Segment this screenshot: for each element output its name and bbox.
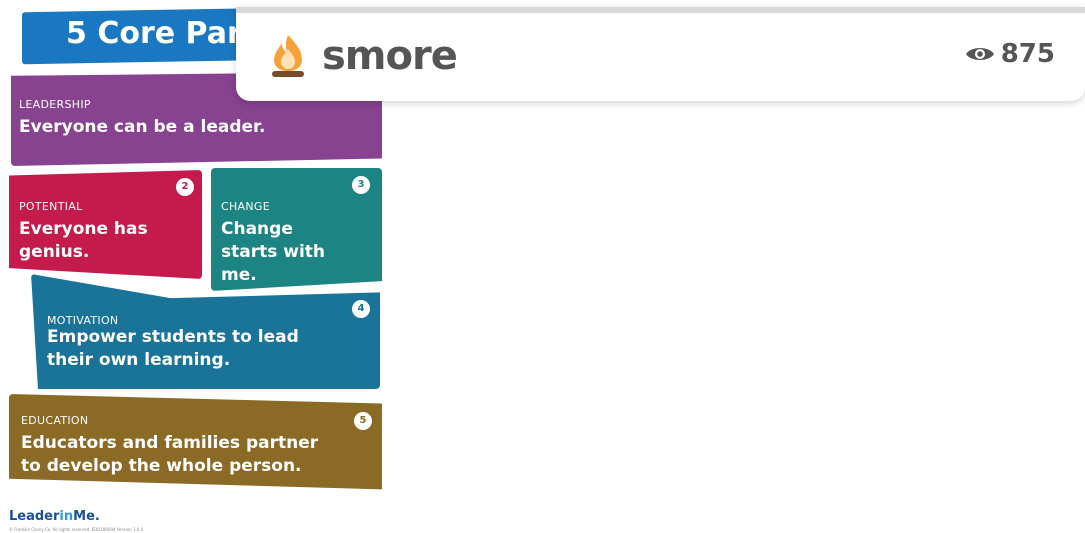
card-change: 3 CHANGE Change starts with me. — [211, 168, 382, 291]
card-motivation: 4 MOTIVATION Empower students to lead th… — [31, 274, 380, 389]
poster-title: 5 Core Para — [66, 16, 262, 51]
copyright-text: © Franklin Covey Co. All rights reserved… — [9, 527, 144, 532]
card-category: LEADERSHIP — [19, 98, 91, 111]
card-number-badge: 2 — [176, 178, 194, 196]
eye-icon — [965, 48, 994, 60]
smore-header: smore 875 — [236, 7, 1085, 101]
view-counter: 875 — [965, 39, 1055, 69]
brand-name: smore — [322, 33, 458, 79]
card-category: CHANGE — [221, 200, 270, 213]
card-category: EDUCATION — [21, 414, 89, 427]
views-count: 875 — [1000, 39, 1055, 69]
flame-icon — [272, 35, 304, 77]
card-text: Everyone has genius. — [19, 219, 148, 262]
card-text: Empower students to lead their own learn… — [47, 327, 299, 370]
card-text: Change starts with me. — [221, 219, 326, 285]
card-education: 5 EDUCATION Educators and families partn… — [9, 394, 382, 490]
card-text: Educators and families partner to develo… — [21, 433, 319, 476]
card-category: POTENTIAL — [19, 200, 83, 213]
card-number-badge: 5 — [354, 412, 372, 430]
card-text: Everyone can be a leader. — [19, 117, 266, 137]
card-number-badge: 3 — [352, 176, 370, 194]
card-potential: 2 POTENTIAL Everyone has genius. — [9, 170, 202, 279]
leader-in-me-logo: LeaderinMe. — [9, 509, 100, 524]
card-number-badge: 4 — [352, 300, 370, 318]
smore-brand-link[interactable]: smore — [268, 33, 458, 79]
